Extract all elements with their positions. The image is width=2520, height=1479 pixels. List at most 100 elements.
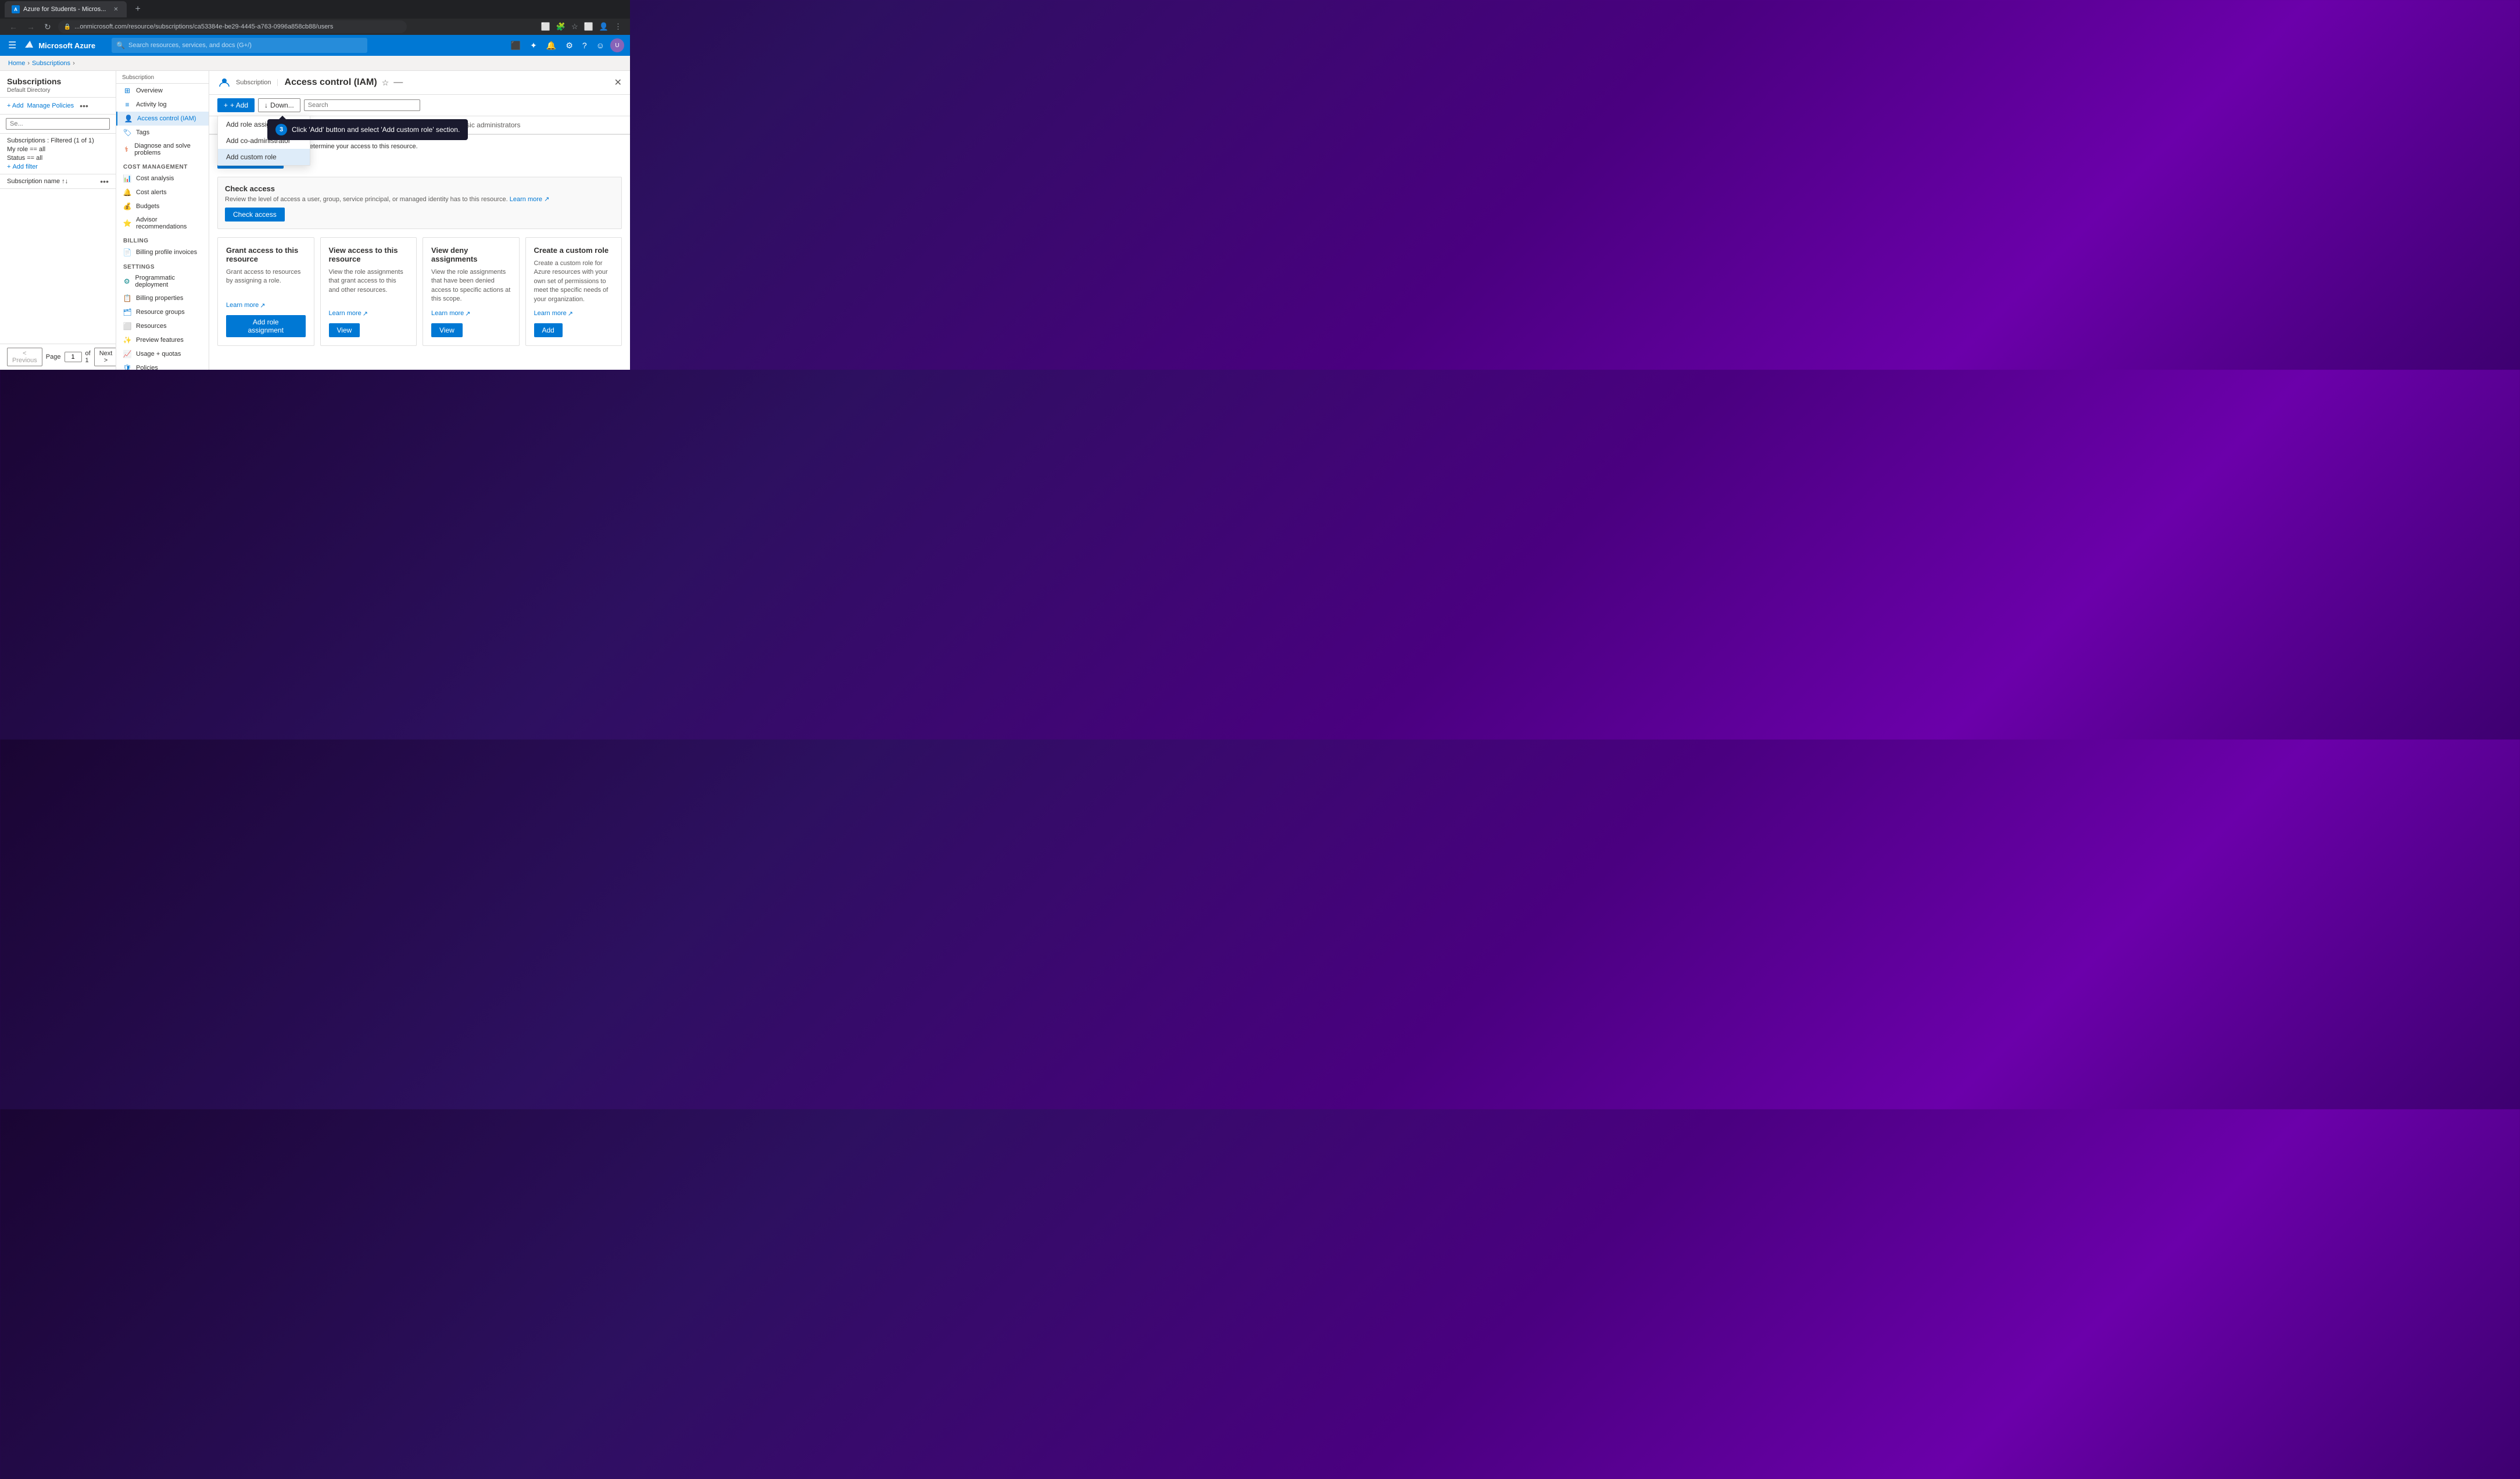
user-avatar[interactable]: U (610, 38, 624, 52)
address-bar-area: ← → ↻ 🔒 ...onmicrosoft.com/resource/subs… (0, 19, 630, 35)
copilot-icon[interactable]: ✦ (527, 38, 540, 53)
help-icon[interactable]: ? (579, 38, 590, 52)
panel-more-btn[interactable]: — (393, 77, 403, 88)
card-create-custom-learn-more[interactable]: Learn more ↗ (534, 310, 614, 317)
access-control-icon: 👤 (124, 115, 133, 123)
browser-tab[interactable]: A Azure for Students - Micros... ✕ (5, 1, 127, 17)
card-view-access: View access to this resource View the ro… (320, 237, 417, 346)
nav-item-programmatic[interactable]: ⚙ Programmatic deployment (116, 271, 209, 291)
iam-panel: Subscription Access control (IAM) ☆ — ✕ … (209, 71, 630, 370)
sidebar-subtitle: Default Directory (7, 87, 109, 94)
nav-item-overview[interactable]: ⊞ Overview (116, 84, 209, 98)
add-role-assignment-btn[interactable]: Add role assignment (226, 315, 306, 337)
nav-label-policies: Policies (136, 365, 158, 370)
create-custom-role-btn[interactable]: Add (534, 323, 563, 337)
card-view-deny-learn-more[interactable]: Learn more ↗ (431, 310, 511, 317)
settings-icon[interactable]: ⚙ (562, 38, 577, 53)
azure-topbar: ☰ Microsoft Azure 🔍 ⬛ ✦ 🔔 ⚙ ? ☺ U (0, 35, 630, 56)
nav-label-budgets: Budgets (136, 203, 159, 210)
toolbar-search-input[interactable] (304, 99, 420, 111)
dropdown-item-add-custom-role[interactable]: Add custom role (218, 149, 310, 165)
view-access-btn[interactable]: View (329, 323, 360, 337)
prev-page-btn[interactable]: < Previous (7, 348, 42, 366)
download-btn[interactable]: ↓ Down... (258, 98, 300, 112)
notifications-icon[interactable]: 🔔 (543, 38, 560, 53)
sidebar-add-btn[interactable]: + Add (7, 102, 23, 109)
nav-item-cost-analysis[interactable]: 📊 Cost analysis (116, 172, 209, 185)
breadcrumb-home[interactable]: Home (8, 60, 25, 67)
breadcrumb-sep-1: › (27, 60, 30, 67)
browser-actions: ⬜ 🧩 ☆ ⬜ 👤 ⋮ (540, 21, 623, 33)
nav-item-tags[interactable]: 🏷 Tags (116, 126, 209, 140)
filter-status: Status == all (7, 155, 42, 162)
resource-groups-icon: 🗂 (123, 308, 131, 316)
check-access-btn[interactable]: Check access (225, 208, 285, 222)
nav-item-resource-groups[interactable]: 🗂 Resource groups (116, 305, 209, 319)
sidebar-header: Subscriptions Default Directory (0, 71, 116, 98)
inner-nav-context: Subscription (116, 71, 209, 84)
check-access-learn-more[interactable]: Learn more ↗ (510, 196, 550, 203)
add-btn[interactable]: + + Add (217, 98, 255, 112)
feedback-icon[interactable]: ☺ (593, 38, 608, 52)
nav-item-access-control[interactable]: 👤 Access control (IAM) (116, 112, 209, 126)
cloud-shell-icon[interactable]: ⬛ (507, 38, 524, 53)
sub-more-btn[interactable]: ••• (100, 177, 109, 186)
nav-item-preview[interactable]: ✨ Preview features (116, 333, 209, 347)
cost-analysis-icon: 📊 (123, 174, 131, 183)
nav-item-diagnose[interactable]: ⚕ Diagnose and solve problems (116, 140, 209, 159)
iam-panel-icon (217, 76, 231, 90)
card-view-deny: View deny assignments View the role assi… (423, 237, 520, 346)
page-input[interactable] (65, 352, 82, 362)
search-input[interactable] (128, 42, 363, 49)
sidebar-search-input[interactable] (6, 118, 110, 130)
sub-header-label[interactable]: Subscription name ↑↓ (7, 178, 68, 185)
next-page-btn[interactable]: Next > (94, 348, 116, 366)
azure-search-bar[interactable]: 🔍 (112, 38, 367, 53)
bookmark-icon[interactable]: ☆ (570, 21, 579, 33)
screen-cast-icon[interactable]: ⬜ (540, 21, 552, 33)
extension-icon[interactable]: 🧩 (555, 21, 567, 33)
card-view-access-learn-more[interactable]: Learn more ↗ (329, 310, 409, 317)
pagination-bar: < Previous Page of 1 Next > (0, 344, 116, 370)
view-deny-btn[interactable]: View (431, 323, 463, 337)
resources-icon: ⬜ (123, 322, 131, 330)
browser-chrome: A Azure for Students - Micros... ✕ + (0, 0, 630, 19)
nav-item-billing-invoices[interactable]: 📄 Billing profile invoices (116, 245, 209, 259)
breadcrumb-subscriptions[interactable]: Subscriptions (32, 60, 70, 67)
back-btn[interactable]: ← (7, 21, 20, 33)
nav-item-cost-alerts[interactable]: 🔔 Cost alerts (116, 185, 209, 199)
sidebar-manage-btn[interactable]: Manage Policies (27, 102, 74, 109)
nav-item-policies[interactable]: 🛡 Policies (116, 361, 209, 370)
profile-icon[interactable]: ⬜ (583, 21, 595, 33)
more-icon[interactable]: ⋮ (613, 21, 623, 33)
nav-label-preview: Preview features (136, 337, 184, 344)
nav-item-budgets[interactable]: 💰 Budgets (116, 199, 209, 213)
nav-item-resources[interactable]: ⬜ Resources (116, 319, 209, 333)
nav-item-usage-quotas[interactable]: 📈 Usage + quotas (116, 347, 209, 361)
subscriptions-sidebar: Subscriptions Default Directory + Add Ma… (0, 71, 116, 370)
user-icon[interactable]: 👤 (598, 21, 610, 33)
check-access-section: Check access Review the level of access … (217, 177, 622, 229)
new-tab-btn[interactable]: + (131, 4, 144, 15)
filter-role: My role == all (7, 146, 45, 153)
add-filter-btn[interactable]: + Add filter (7, 163, 38, 170)
tab-favicon: A (12, 5, 20, 13)
download-icon: ↓ (264, 101, 268, 109)
refresh-btn[interactable]: ↻ (42, 21, 53, 33)
address-bar[interactable]: 🔒 ...onmicrosoft.com/resource/subscripti… (58, 20, 407, 33)
inner-layout: Subscription ⊞ Overview ≡ Activity log 👤… (116, 71, 630, 370)
hamburger-menu-icon[interactable]: ☰ (6, 37, 19, 53)
nav-item-activity-log[interactable]: ≡ Activity log (116, 98, 209, 112)
nav-item-billing-props[interactable]: 📋 Billing properties (116, 291, 209, 305)
add-label: + Add (230, 101, 248, 109)
toolbar-search[interactable] (304, 99, 420, 111)
tab-close-btn[interactable]: ✕ (112, 5, 120, 13)
card-grant-learn-more[interactable]: Learn more ↗ (226, 302, 306, 309)
nav-item-advisor[interactable]: ⭐ Advisor recommendations (116, 213, 209, 233)
panel-close-btn[interactable]: ✕ (614, 77, 622, 88)
billing-invoices-icon: 📄 (123, 248, 131, 256)
forward-btn[interactable]: → (24, 21, 37, 33)
sidebar-more-btn[interactable]: ••• (80, 101, 88, 110)
panel-star-btn[interactable]: ☆ (382, 78, 389, 88)
filter-status-row: Status == all (7, 155, 109, 162)
